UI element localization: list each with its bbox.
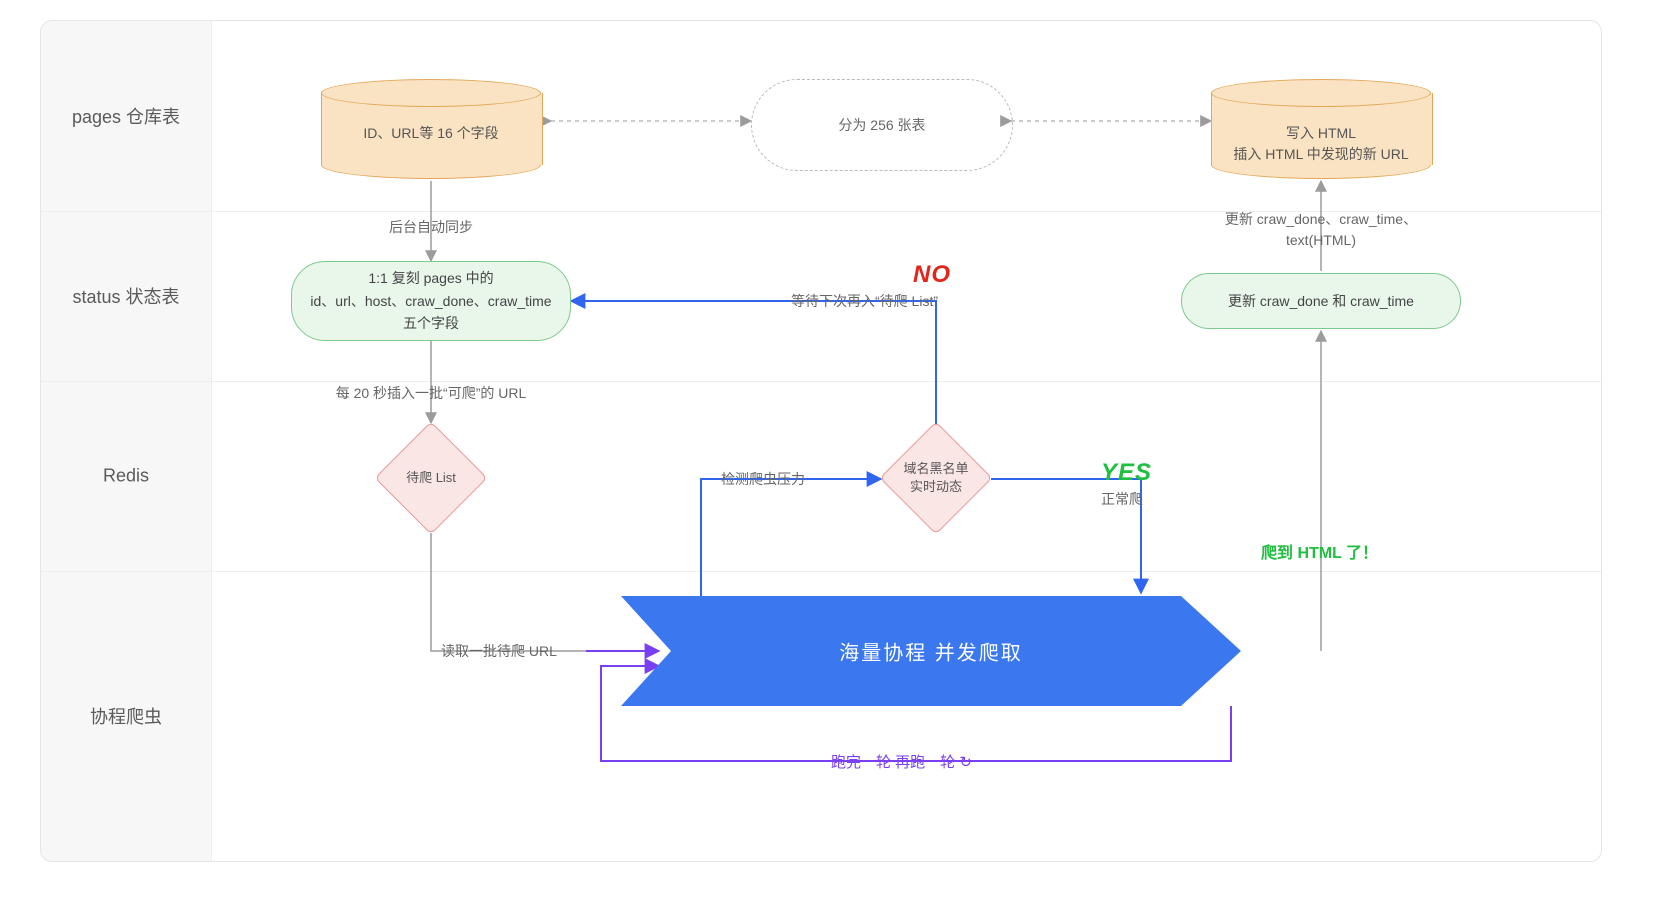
edge-pressure: 检测爬虫压力 [721,469,805,489]
label-yes: YES [1101,459,1152,487]
edge-insert: 每 20 秒插入一批“可爬”的 URL [311,383,551,403]
label-no: NO [913,261,951,289]
cloud-text: 分为 256 张表 [838,115,925,135]
lane-label-crawler: 协程爬虫 [41,703,211,729]
diamond-pending-list: 待爬 List [376,423,486,533]
lane-label-redis: Redis [41,466,211,487]
diamond-blacklist: 域名黑名单实时动态 [881,423,991,533]
big-arrow-text: 海量协程 并发爬取 [621,637,1241,666]
edge-loop: 跑完一轮 再跑一轮 ↻ [831,751,972,772]
loop-icon: ↻ [959,754,972,771]
big-arrow-crawler: 海量协程 并发爬取 [621,596,1241,706]
edge-wait: 等待下次再入“待爬 List” [791,291,938,311]
edge-normal: 正常爬 [1101,489,1143,509]
capsule-status-right: 更新 craw_done 和 craw_time [1181,273,1461,329]
edge-read: 读取一批待爬 URL [441,641,557,661]
cylinder-pages-left: ID、URL等 16 个字段 [321,79,541,179]
cloud-split: 分为 256 张表 [751,79,1013,171]
capsule-status-left: 1:1 复刻 pages 中的 id、url、host、craw_done、cr… [291,261,571,341]
cylinder-pages-left-text: ID、URL等 16 个字段 [321,123,541,144]
lane-label-pages: pages 仓库表 [41,103,211,129]
cylinder-pages-right: 写入 HTML插入 HTML 中发现的新 URL [1211,79,1431,179]
diagram-frame: pages 仓库表 status 状态表 Redis 协程爬虫 [40,20,1602,862]
cylinder-pages-right-text: 写入 HTML插入 HTML 中发现的新 URL [1211,123,1431,165]
edge-got-html: 爬到 HTML 了！ [1261,539,1378,563]
edge-sync: 后台自动同步 [341,217,521,237]
lane-label-status: status 状态表 [41,283,211,309]
edge-update: 更新 craw_done、craw_time、 text(HTML) [1221,209,1421,251]
